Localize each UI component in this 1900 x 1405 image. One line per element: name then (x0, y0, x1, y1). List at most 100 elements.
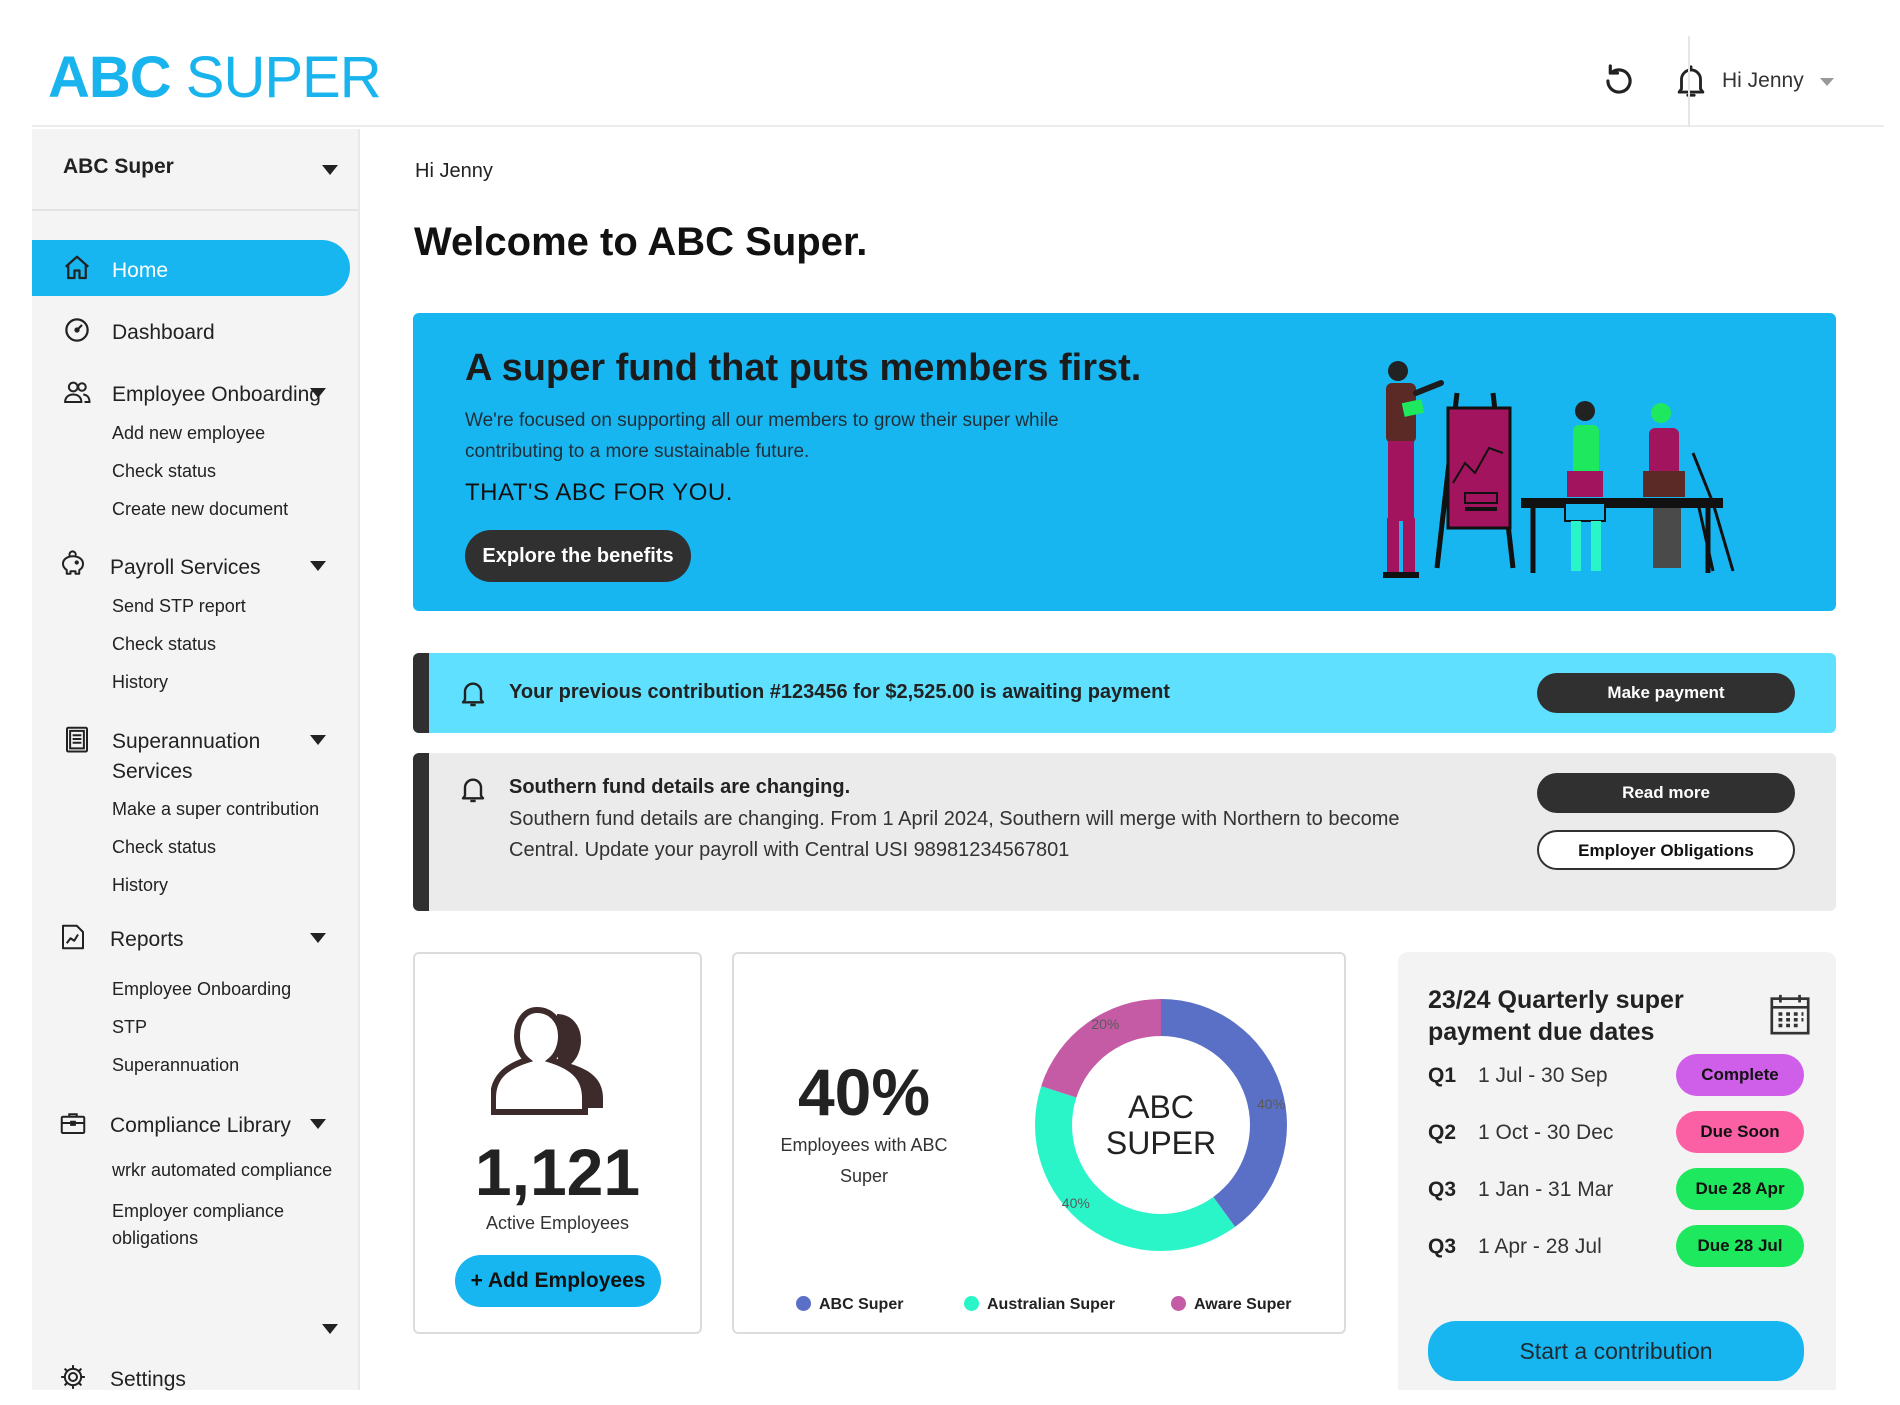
explore-benefits-button[interactable]: Explore the benefits (465, 530, 691, 582)
donut-data-label: 40% (1257, 1096, 1285, 1112)
donut-slice-aware-super (1041, 999, 1161, 1098)
due-date-row: Q3 1 Apr - 28 Jul Due 28 Jul (1428, 1225, 1808, 1267)
subnav-wrkr-automated-compliance[interactable]: wrkr automated compliance (112, 1160, 332, 1181)
donut-data-label: 40% (1062, 1195, 1090, 1211)
subnav-check-status[interactable]: Check status (112, 634, 216, 655)
subnav-make-super-contribution[interactable]: Make a super contribution (112, 799, 319, 820)
gear-icon (61, 1365, 85, 1389)
piggy-bank-icon (62, 550, 84, 575)
team-meeting-illustration (1383, 361, 1735, 578)
sidebar-item-employee-onboarding[interactable]: Employee Onboarding (32, 364, 350, 420)
org-select[interactable]: ABC Super (32, 129, 358, 211)
subnav-superannuation[interactable]: Superannuation (112, 1055, 239, 1076)
active-employees-card: 1,121 Active Employees + Add Employees (413, 952, 702, 1334)
bell-icon (461, 682, 485, 707)
due-date-row: Q1 1 Jul - 30 Sep Complete (1428, 1054, 1808, 1096)
legend-item: Australian Super (964, 1296, 1115, 1314)
sidebar-item-label: Reports (110, 928, 184, 951)
chevron-down-icon (310, 933, 326, 943)
status-badge: Due 28 Jul (1676, 1225, 1804, 1267)
quarter-range: 1 Oct - 30 Dec (1478, 1121, 1614, 1144)
legend-swatch (1171, 1296, 1186, 1311)
subnav-employer-compliance-obligations[interactable]: Employer compliance obligations (112, 1198, 284, 1252)
subnav-history[interactable]: History (112, 875, 168, 896)
logo[interactable]: ABC SUPER (48, 44, 382, 111)
fund-change-alert: Southern fund details are changing. Sout… (413, 753, 1836, 911)
calendar-icon[interactable] (1767, 990, 1813, 1038)
add-employees-button[interactable]: + Add Employees (455, 1255, 661, 1307)
briefcase-icon (60, 1113, 86, 1134)
active-employees-count: 1,121 (474, 1135, 641, 1209)
sidebar-item-payroll-services[interactable]: Payroll Services (32, 537, 350, 593)
alert-body: Southern fund details are changing. From… (509, 808, 1400, 861)
subnav-history[interactable]: History (112, 672, 168, 693)
refresh-icon[interactable] (1600, 62, 1638, 100)
subnav-stp[interactable]: STP (112, 1017, 147, 1038)
chevron-down-icon (1820, 78, 1834, 86)
alert-text: Your previous contribution #123456 for $… (509, 681, 1170, 703)
quarter-range: 1 Jan - 31 Mar (1478, 1178, 1614, 1201)
quarter-label: Q1 (1428, 1064, 1457, 1087)
sidebar-item-compliance-library[interactable]: Compliance Library (32, 1095, 350, 1151)
hero-title: A super fund that puts members first. (465, 347, 1142, 389)
chevron-down-icon (322, 165, 338, 175)
legend-item: Aware Super (1171, 1296, 1292, 1314)
dashboard-icon (65, 318, 89, 342)
chevron-down-icon (310, 735, 326, 745)
read-more-button[interactable]: Read more (1537, 773, 1795, 813)
hero-banner: A super fund that puts members first. We… (413, 313, 1836, 611)
sidebar-item-reports[interactable]: Reports (32, 909, 350, 965)
sidebar-item-label: Compliance Library (110, 1114, 291, 1137)
start-contribution-button[interactable]: Start a contribution (1428, 1321, 1804, 1381)
hero-body: We're focused on supporting all our memb… (465, 410, 1059, 462)
subnav-create-new-document[interactable]: Create new document (112, 499, 288, 520)
make-payment-button[interactable]: Make payment (1537, 673, 1795, 713)
employer-obligations-button[interactable]: Employer Obligations (1537, 830, 1795, 870)
alert-accent-bar (413, 653, 429, 733)
legend-item: ABC Super (796, 1296, 903, 1314)
page-title: Welcome to ABC Super. (414, 220, 868, 264)
donut-center-label: SUPER (1106, 1125, 1216, 1161)
subnav-employee-onboarding[interactable]: Employee Onboarding (112, 979, 291, 1000)
subnav-check-status[interactable]: Check status (112, 461, 216, 482)
status-badge: Complete (1676, 1054, 1804, 1096)
sidebar-item-label: Superannuation Services (112, 730, 261, 784)
user-name: Hi Jenny (1722, 69, 1804, 92)
sidebar-item-dashboard[interactable]: Dashboard (32, 302, 350, 358)
active-employees-caption: Active Employees (485, 1213, 630, 1233)
subnav-add-new-employee[interactable]: Add new employee (112, 423, 265, 444)
fund-donut-chart: 40% 40% 20% ABC SUPER (1035, 999, 1287, 1251)
sidebar-item-label: Employee Onboarding (112, 383, 321, 406)
sidebar-item-label: Payroll Services (110, 556, 261, 579)
fund-share-card: 40% Employees with ABC Super 40% 40% 20% A… (732, 952, 1346, 1334)
sidebar-item-settings[interactable]: Settings (32, 1349, 350, 1405)
subnav-send-stp-report[interactable]: Send STP report (112, 596, 246, 617)
sidebar-item-home[interactable]: Home (32, 240, 350, 296)
payment-alert: Your previous contribution #123456 for $… (413, 653, 1836, 733)
alert-title: Southern fund details are changing. (509, 776, 851, 798)
quarter-range: 1 Jul - 30 Sep (1478, 1064, 1608, 1087)
donut-data-label: 20% (1091, 1016, 1119, 1032)
subnav-check-status[interactable]: Check status (112, 837, 216, 858)
user-menu[interactable]: Hi Jenny (1688, 36, 1884, 127)
sidebar-item-label: Settings (110, 1368, 186, 1391)
quarter-label: Q3 (1428, 1178, 1457, 1201)
due-dates-card: 23/24 Quarterly super payment due dates … (1398, 952, 1836, 1390)
hero-tagline: THAT'S ABC FOR YOU. (465, 479, 733, 506)
chevron-down-icon (310, 561, 326, 571)
due-date-row: Q2 1 Oct - 30 Dec Due Soon (1428, 1111, 1808, 1153)
fund-share-percent: 40% (797, 1055, 931, 1129)
quarter-label: Q2 (1428, 1121, 1457, 1144)
alert-accent-bar (413, 753, 429, 911)
top-bar: ABC SUPER Hi Jenny (32, 0, 1884, 127)
sidebar-item-label: Dashboard (112, 321, 215, 344)
sidebar-item-superannuation-services[interactable]: Superannuation Services (32, 711, 350, 783)
legend-swatch (796, 1296, 811, 1311)
greeting: Hi Jenny (415, 160, 493, 182)
org-label: ABC Super (63, 155, 174, 178)
chevron-down-icon[interactable] (322, 1324, 338, 1334)
quarter-range: 1 Apr - 28 Jul (1478, 1235, 1602, 1258)
fund-share-caption: Employees with ABC Super (780, 1135, 948, 1186)
donut-center-label: ABC (1128, 1089, 1194, 1125)
legend-swatch (964, 1296, 979, 1311)
